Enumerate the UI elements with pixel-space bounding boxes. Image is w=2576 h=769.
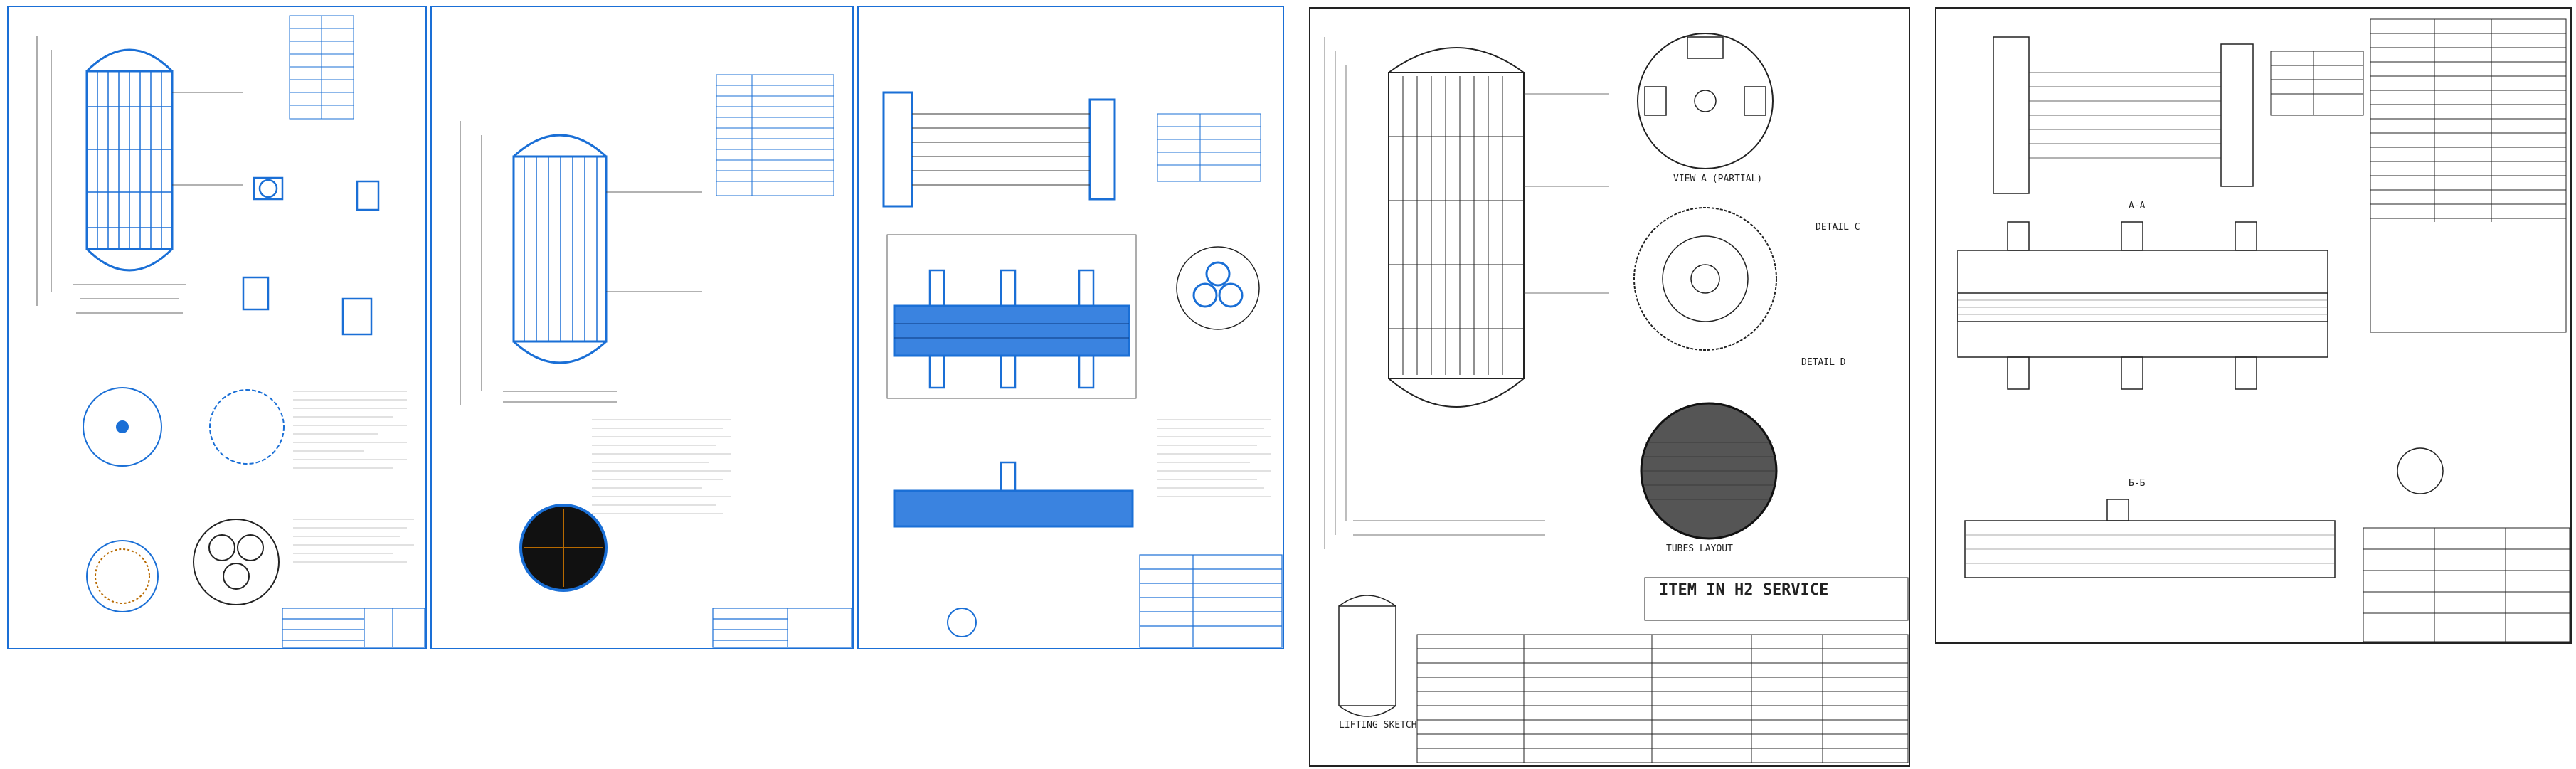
detail-d-label: DETAIL D bbox=[1801, 357, 1846, 368]
sheet-1-drawing bbox=[36, 15, 425, 648]
sheet-2-drawing bbox=[460, 74, 852, 648]
drawing-sheet-5: A-A Б-Б bbox=[1935, 7, 2572, 644]
lifting-sketch-label: LIFTING SKETCH bbox=[1339, 720, 1417, 731]
drawing-sheet-4: ITEM IN H2 SERVICE DETAIL C DETAIL D VIE… bbox=[1309, 7, 1910, 767]
drawing-sheet-1 bbox=[7, 6, 427, 649]
service-title: ITEM IN H2 SERVICE bbox=[1659, 581, 1829, 599]
drawing-sheet-3 bbox=[857, 6, 1284, 649]
section-bb-label: Б-Б bbox=[2129, 478, 2146, 489]
tubes-layout-label: TUBES LAYOUT bbox=[1666, 543, 1733, 554]
drawing-sheet-2 bbox=[430, 6, 854, 649]
sheet-3-drawing bbox=[882, 91, 1283, 648]
detail-c-label: DETAIL C bbox=[1816, 222, 1860, 233]
section-aa-label: A-A bbox=[2129, 201, 2146, 211]
view-a-label: VIEW A (PARTIAL) bbox=[1673, 174, 1763, 184]
sheet-4-drawing bbox=[1324, 33, 1909, 763]
sheet-5-drawing bbox=[1957, 18, 2570, 642]
